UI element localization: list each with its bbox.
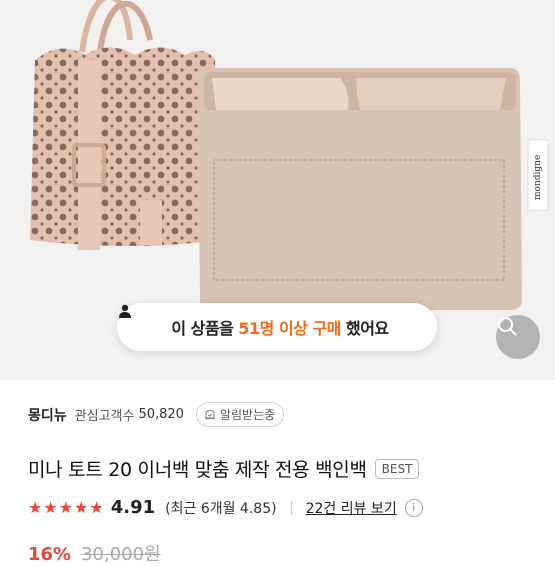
- original-price: 30,000원: [81, 544, 161, 565]
- rating-stars: ★ ★ ★ ★ ★: [28, 497, 105, 517]
- purchase-count-banner: 이 상품을 51명 이상 구매 했어요: [117, 303, 437, 351]
- star-icon: ★: [28, 497, 43, 517]
- title-row: 미나 토트 20 이너백 맞춤 제작 전용 백인백 BEST: [28, 455, 420, 482]
- best-badge: BEST: [374, 458, 420, 479]
- star-icon: ★: [74, 497, 89, 517]
- fav-count: 50,820: [138, 407, 184, 422]
- info-icon[interactable]: i: [404, 498, 423, 517]
- divider: [290, 500, 292, 515]
- price-row: 16% 30,000원: [28, 540, 161, 566]
- rating-value: 4.91: [110, 497, 156, 518]
- rating-row: ★ ★ ★ ★ ★ 4.91 (최근 6개월 4.85) 22건 리뷰 보기 i: [28, 497, 423, 518]
- banner-count: 51명 이상 구매: [238, 319, 341, 338]
- star-icon: ★: [89, 497, 104, 517]
- alarm-label: 알림받는중: [219, 408, 276, 422]
- review-link[interactable]: 22건 리뷰 보기: [306, 498, 397, 518]
- star-icon: ★: [58, 497, 74, 517]
- alarm-button[interactable]: 알림받는중: [195, 402, 285, 427]
- zoom-button[interactable]: [496, 315, 540, 359]
- star-icon: ★: [43, 497, 58, 517]
- insert-brand-label: mondigne: [533, 155, 543, 200]
- banner-text-post: 했어요: [340, 319, 389, 338]
- fav-label: 관심고객수: [74, 409, 135, 424]
- recent-rating: (최근 6개월 4.85): [165, 500, 277, 517]
- bell-check-icon: [204, 409, 215, 419]
- store-name[interactable]: 몽디뉴: [28, 405, 67, 425]
- search-icon: [498, 317, 517, 336]
- product-image[interactable]: mondigne 이 상품을 51명 이상 구매 했어요: [0, 0, 555, 380]
- product-title: 미나 토트 20 이너백 맞춤 제작 전용 백인백: [28, 459, 367, 481]
- store-row: 몽디뉴 관심고객수 50,820 알림받는중: [28, 402, 285, 427]
- banner-text-pre: 이 상품을: [171, 319, 239, 338]
